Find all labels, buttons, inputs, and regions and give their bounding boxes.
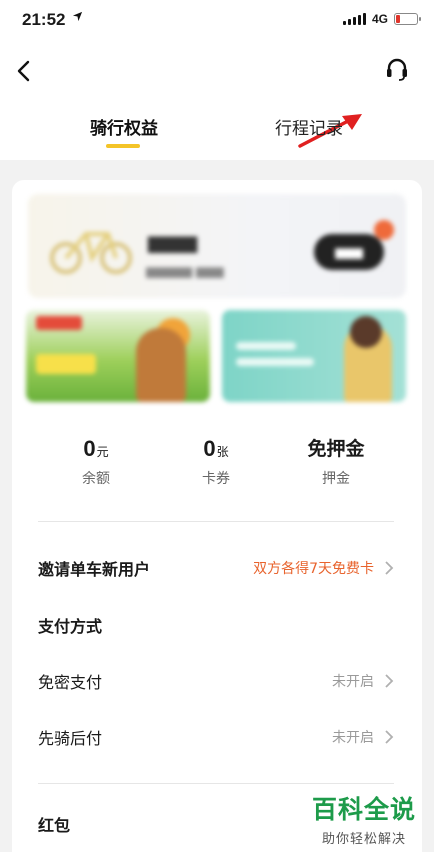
promo-title: ▇▇▇▇ — [148, 234, 198, 253]
coupons-stat[interactable]: 0张 卡券 — [156, 434, 276, 488]
coupons-label: 卡券 — [202, 471, 230, 487]
divider — [38, 521, 394, 522]
balance-stat[interactable]: 0元 余额 — [36, 434, 156, 488]
password-free-status: 未开启 — [332, 674, 374, 690]
ride-first-status: 未开启 — [332, 730, 374, 746]
balance-unit: 元 — [96, 445, 109, 459]
chevron-right-icon — [385, 674, 394, 688]
promo-action-button[interactable]: ▆▆▆ — [314, 234, 384, 270]
deposit-stat[interactable]: 免押金 押金 — [276, 434, 396, 488]
deposit-label: 押金 — [322, 471, 350, 487]
signal-icon — [342, 13, 366, 25]
campaign-banner-right[interactable] — [222, 310, 406, 402]
balance-label: 余额 — [82, 471, 110, 487]
tab-bar: 骑行权益 行程记录 — [0, 114, 434, 154]
status-time: 21:52 — [22, 10, 66, 29]
customer-service-button[interactable] — [384, 56, 410, 82]
payment-method-label: 支付方式 — [38, 617, 103, 636]
coupons-unit: 张 — [216, 445, 229, 459]
invite-new-user-row[interactable]: 邀请单车新用户 双方各得7天免费卡 — [38, 548, 394, 588]
benefits-card: ▇▇▇▇ ▆▆▆▆▆ ▆▆▆ ▆▆▆ 0元 余额 0张 卡券 免押金 押金 邀请… — [12, 180, 422, 852]
network-type: 4G — [371, 12, 388, 26]
header: 骑行权益 行程记录 — [0, 42, 434, 160]
divider — [38, 783, 394, 784]
tab-trip-records[interactable]: 行程记录 — [264, 114, 354, 139]
bike-image — [50, 232, 132, 274]
ride-first-pay-later-row[interactable]: 先骑后付 未开启 — [38, 717, 394, 757]
watermark-subtitle: 助你轻松解决 — [321, 832, 406, 847]
deposit-value: 免押金 — [307, 438, 365, 460]
status-bar: 21:52 4G — [0, 0, 434, 42]
status-indicators: 4G — [342, 12, 421, 26]
ride-first-label: 先骑后付 — [38, 729, 103, 748]
chevron-right-icon — [385, 730, 394, 744]
promo-banner[interactable]: ▇▇▇▇ ▆▆▆▆▆ ▆▆▆ ▆▆▆ — [28, 194, 406, 298]
payment-method-header: 支付方式 — [38, 605, 394, 645]
coupons-value: 0 — [203, 436, 216, 461]
battery-level — [396, 15, 400, 23]
invite-reward-text: 双方各得7天免费卡 — [253, 561, 374, 577]
watermark-logo: 百科全说 助你轻松解决 — [308, 790, 420, 848]
back-button[interactable] — [10, 54, 38, 88]
chevron-right-icon — [385, 561, 394, 575]
battery-icon — [394, 13, 421, 25]
promo-subtitle: ▆▆▆▆▆ ▆▆▆ — [146, 264, 224, 278]
watermark-title: 百科全说 — [311, 795, 416, 824]
invite-label: 邀请单车新用户 — [38, 560, 151, 579]
balance-value: 0 — [83, 436, 96, 461]
active-tab-indicator — [106, 144, 140, 148]
chevron-left-icon — [17, 60, 30, 82]
tab-ride-benefits[interactable]: 骑行权益 — [84, 114, 164, 139]
account-stats: 0元 余额 0张 卡券 免押金 押金 — [12, 434, 422, 494]
password-free-label: 免密支付 — [38, 673, 103, 692]
password-free-payment-row[interactable]: 免密支付 未开启 — [38, 661, 394, 701]
headset-icon — [387, 58, 407, 81]
promo-badge — [374, 220, 394, 240]
location-arrow-icon — [72, 11, 83, 26]
campaign-banner-left[interactable] — [26, 310, 210, 402]
